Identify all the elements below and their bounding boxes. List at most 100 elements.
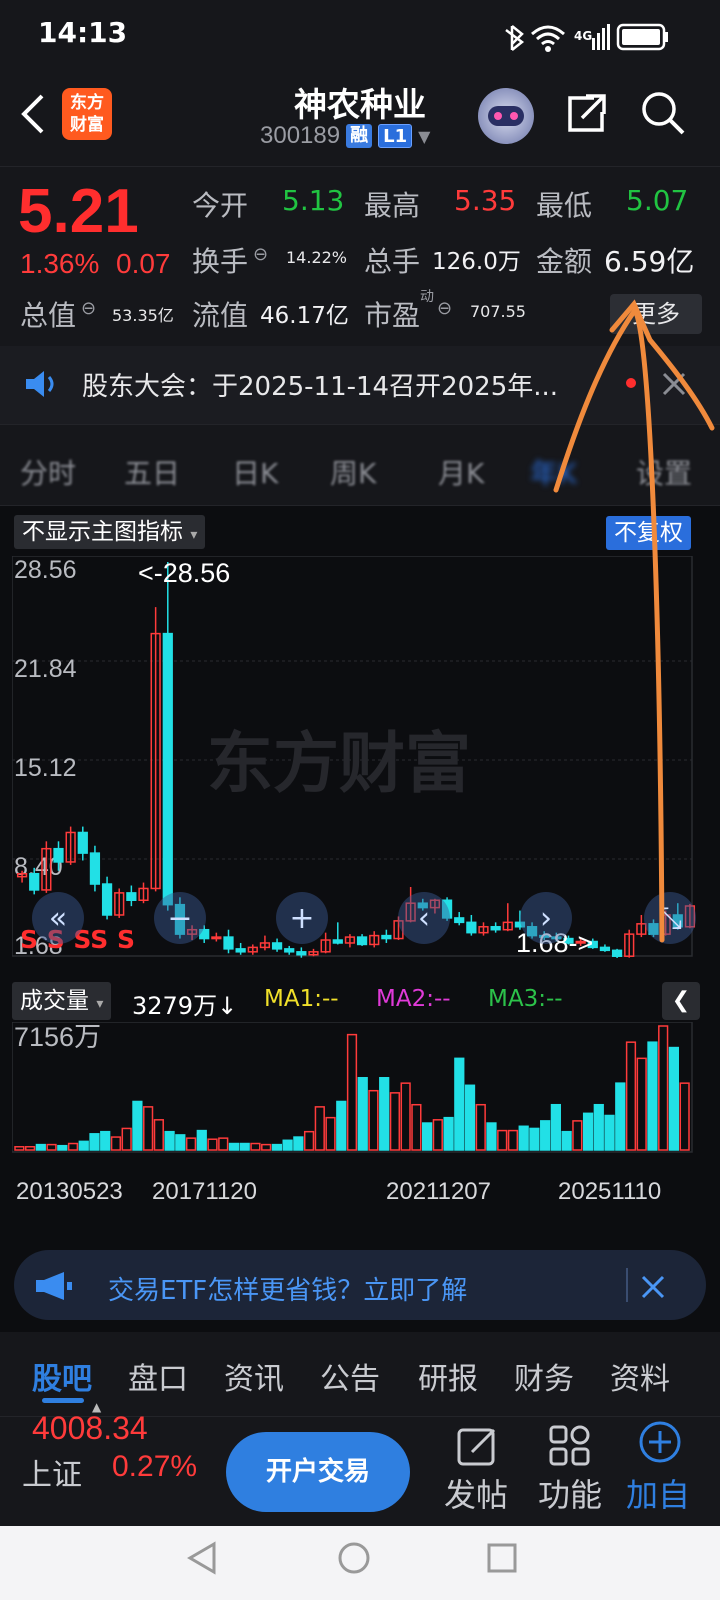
- post-icon[interactable]: [456, 1424, 500, 1468]
- tab-guba[interactable]: 股吧: [32, 1354, 92, 1398]
- volume-bar: [250, 1142, 261, 1151]
- candle-body: [296, 951, 307, 956]
- volume-bar: [593, 1103, 604, 1151]
- volume-bar: [432, 1119, 443, 1151]
- open-account-button[interactable]: 开户交易: [226, 1432, 410, 1512]
- adjust-toggle[interactable]: 不复权: [606, 516, 691, 550]
- svg-text:«: «: [49, 901, 67, 936]
- volume-bar: [389, 1092, 401, 1151]
- chart-nav-button[interactable]: ›: [520, 892, 572, 944]
- close-icon[interactable]: [660, 370, 688, 398]
- candle-body: [29, 872, 40, 891]
- candle-body: [454, 917, 465, 924]
- tab-order-book[interactable]: 盘口: [128, 1354, 188, 1398]
- active-tab-indicator: [42, 1398, 84, 1403]
- info-icon[interactable]: ⊖: [81, 298, 96, 319]
- volume-bar: [57, 1144, 68, 1151]
- volume-bar: [443, 1116, 454, 1151]
- nav-recents-icon[interactable]: [484, 1540, 520, 1576]
- tab-daily-k[interactable]: 日K: [232, 452, 278, 492]
- market-cap-label: 总值: [20, 299, 77, 332]
- add-watchlist-label[interactable]: 加自: [626, 1470, 690, 1516]
- volume-selector[interactable]: 成交量 ▾: [12, 982, 112, 1020]
- post-label[interactable]: 发帖: [444, 1470, 508, 1516]
- close-icon[interactable]: [640, 1274, 666, 1300]
- candle-body: [101, 883, 113, 916]
- notice-text: 股东大会：于2025-11-14召开2025年...: [82, 372, 559, 402]
- tab-intraday[interactable]: 分时: [20, 452, 76, 492]
- info-icon[interactable]: ⊖: [437, 298, 452, 319]
- tab-announcements[interactable]: 公告: [320, 1354, 380, 1398]
- info-icon[interactable]: ⊖: [253, 244, 268, 265]
- volume-indicator-label: 成交量: [20, 988, 89, 1014]
- share-icon[interactable]: [564, 90, 610, 136]
- more-button[interactable]: 更多: [610, 294, 702, 334]
- add-watchlist-icon[interactable]: [638, 1420, 682, 1464]
- tab-news[interactable]: 资讯: [224, 1354, 284, 1398]
- volume-chart[interactable]: 7156万: [12, 1022, 708, 1172]
- tab-weekly-k[interactable]: 周K: [330, 452, 376, 492]
- volume-bar: [282, 1139, 293, 1151]
- index-value[interactable]: 4008.34: [32, 1410, 148, 1447]
- stock-code-row[interactable]: 300189 融 L1 ▼: [260, 122, 430, 150]
- tab-profile[interactable]: 资料: [610, 1354, 670, 1398]
- volume-bar: [239, 1142, 250, 1151]
- y-tick-label: 21.84: [14, 655, 77, 683]
- volume-bar: [175, 1134, 186, 1151]
- kline-chart[interactable]: 28.5621.8415.128.401.68东方财富<-28.561.68->…: [12, 556, 708, 976]
- change-value: 0.07: [116, 248, 171, 279]
- chart-nav-button[interactable]: −: [154, 892, 206, 944]
- volume-bar: [153, 1119, 164, 1151]
- tab-yearly-k[interactable]: 年K: [530, 452, 576, 492]
- system-nav-bar: [0, 1526, 720, 1600]
- search-icon[interactable]: [638, 88, 688, 138]
- collapse-icon[interactable]: ❮: [662, 982, 700, 1020]
- wifi-icon: [531, 25, 565, 46]
- tab-settings[interactable]: 设置: [636, 452, 692, 492]
- volume-bar: [24, 1146, 36, 1151]
- volume-bar: [325, 1116, 336, 1151]
- change-percent: 1.36%: [20, 248, 100, 279]
- candle-body: [211, 936, 222, 940]
- nav-back-icon[interactable]: [184, 1540, 220, 1576]
- tab-monthly-k[interactable]: 月K: [438, 452, 484, 492]
- volume-header: 成交量 ▾ 3279万↓ MA1:-- MA2:-- MA3:-- ❮: [12, 982, 708, 1026]
- functions-icon[interactable]: [548, 1424, 592, 1468]
- volume-bar: [132, 1100, 143, 1151]
- volume-bar: [658, 1025, 669, 1151]
- volume-bar: [679, 1082, 690, 1151]
- chart-nav-button[interactable]: ⤡: [644, 892, 696, 944]
- current-price: 5.21: [18, 177, 139, 246]
- volume-bar: [379, 1077, 390, 1151]
- tab-finance[interactable]: 财务: [514, 1354, 574, 1398]
- indicator-selector[interactable]: 不显示主图指标 ▾: [14, 515, 206, 549]
- watermark: 东方财富: [207, 725, 471, 802]
- volume-bar: [615, 1082, 626, 1151]
- candle-body: [611, 949, 623, 957]
- volume-bar: [46, 1143, 57, 1151]
- tab-research[interactable]: 研报: [418, 1354, 478, 1398]
- volume-bar: [14, 1146, 25, 1151]
- robot-assistant-icon[interactable]: [478, 88, 534, 144]
- chart-nav-button[interactable]: «: [32, 892, 84, 944]
- functions-label[interactable]: 功能: [538, 1470, 602, 1516]
- volume-bar: [89, 1133, 100, 1151]
- date-label-4: 20251110: [558, 1178, 662, 1205]
- nav-home-icon[interactable]: [336, 1540, 372, 1576]
- pe-label: 市盈: [364, 299, 421, 332]
- low-label: 最低: [536, 189, 593, 222]
- date-label-1: 20130523: [16, 1178, 123, 1205]
- high-value: 5.35: [454, 184, 517, 217]
- status-icons: 4G: [505, 23, 668, 52]
- tab-five-day[interactable]: 五日: [124, 452, 180, 492]
- volume-bar: [78, 1140, 89, 1151]
- open-label: 今开: [192, 189, 249, 222]
- volume-bar: [261, 1143, 272, 1151]
- volume-bar: [572, 1120, 583, 1151]
- volume-bar: [368, 1089, 379, 1151]
- chart-nav-button[interactable]: ‹: [398, 892, 450, 944]
- chart-nav-button[interactable]: +: [276, 892, 328, 944]
- volume-bar: [303, 1130, 315, 1151]
- volume-bar: [550, 1103, 561, 1151]
- y-tick-label: 15.12: [14, 754, 77, 782]
